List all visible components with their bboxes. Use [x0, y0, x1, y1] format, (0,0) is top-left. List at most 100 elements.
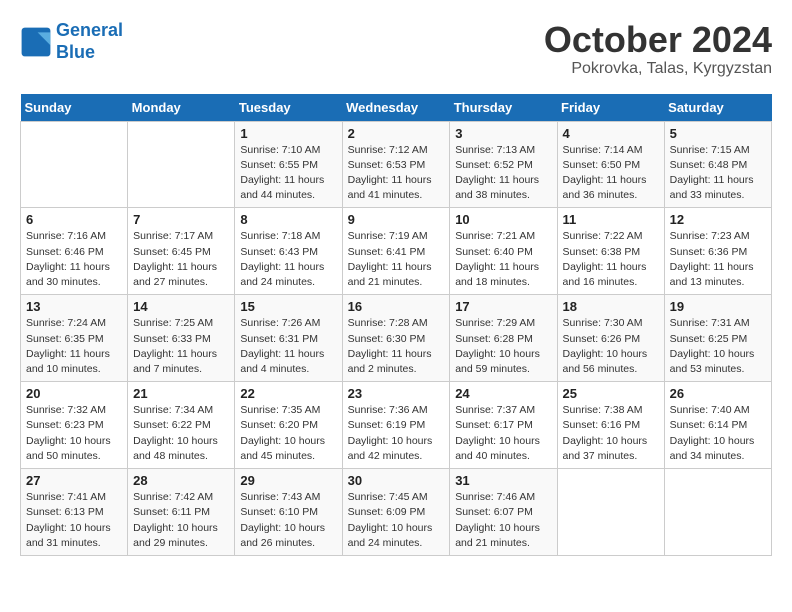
calendar-cell: 23 Sunrise: 7:36 AM Sunset: 6:19 PM Dayli…: [342, 382, 450, 469]
calendar-cell: [21, 121, 128, 208]
calendar-cell: 4 Sunrise: 7:14 AM Sunset: 6:50 PM Daylig…: [557, 121, 664, 208]
month-title: October 2024: [544, 20, 772, 60]
day-info: Sunrise: 7:32 AM Sunset: 6:23 PM Dayligh…: [26, 403, 122, 464]
title-block: October 2024 Pokrovka, Talas, Kyrgyzstan: [544, 20, 772, 78]
calendar-cell: 21 Sunrise: 7:34 AM Sunset: 6:22 PM Dayli…: [128, 382, 235, 469]
calendar-cell: 2 Sunrise: 7:12 AM Sunset: 6:53 PM Daylig…: [342, 121, 450, 208]
week-row-1: 1 Sunrise: 7:10 AM Sunset: 6:55 PM Daylig…: [21, 121, 772, 208]
day-number: 22: [240, 386, 336, 401]
day-info: Sunrise: 7:18 AM Sunset: 6:43 PM Dayligh…: [240, 229, 336, 290]
calendar-cell: 11 Sunrise: 7:22 AM Sunset: 6:38 PM Dayli…: [557, 208, 664, 295]
page-header: General Blue October 2024 Pokrovka, Tala…: [20, 20, 772, 78]
day-number: 8: [240, 212, 336, 227]
week-row-2: 6 Sunrise: 7:16 AM Sunset: 6:46 PM Daylig…: [21, 208, 772, 295]
calendar-cell: 26 Sunrise: 7:40 AM Sunset: 6:14 PM Dayli…: [664, 382, 771, 469]
calendar-cell: [128, 121, 235, 208]
day-number: 3: [455, 126, 551, 141]
logo-text: General Blue: [56, 20, 123, 63]
week-row-5: 27Sunrise: 7:41 AM Sunset: 6:13 PM Dayli…: [21, 469, 772, 556]
calendar-cell: 17 Sunrise: 7:29 AM Sunset: 6:28 PM Dayli…: [450, 295, 557, 382]
day-info: Sunrise: 7:14 AM Sunset: 6:50 PM Dayligh…: [563, 143, 659, 204]
day-number: 1: [240, 126, 336, 141]
logo-icon: [20, 26, 52, 58]
calendar-cell: [664, 469, 771, 556]
day-number: 24: [455, 386, 551, 401]
day-number: 19: [670, 299, 766, 314]
day-info: Sunrise: 7:13 AM Sunset: 6:52 PM Dayligh…: [455, 143, 551, 204]
calendar-cell: 14Sunrise: 7:25 AM Sunset: 6:33 PM Dayli…: [128, 295, 235, 382]
day-number: 18: [563, 299, 659, 314]
day-info: Sunrise: 7:26 AM Sunset: 6:31 PM Dayligh…: [240, 316, 336, 377]
calendar-cell: 28 Sunrise: 7:42 AM Sunset: 6:11 PM Dayli…: [128, 469, 235, 556]
day-info: Sunrise: 7:30 AM Sunset: 6:26 PM Dayligh…: [563, 316, 659, 377]
day-info: Sunrise: 7:37 AM Sunset: 6:17 PM Dayligh…: [455, 403, 551, 464]
week-row-3: 13Sunrise: 7:24 AM Sunset: 6:35 PM Dayli…: [21, 295, 772, 382]
calendar-cell: 3 Sunrise: 7:13 AM Sunset: 6:52 PM Daylig…: [450, 121, 557, 208]
day-number: 25: [563, 386, 659, 401]
calendar-cell: 15 Sunrise: 7:26 AM Sunset: 6:31 PM Dayli…: [235, 295, 342, 382]
calendar-cell: 6 Sunrise: 7:16 AM Sunset: 6:46 PM Daylig…: [21, 208, 128, 295]
calendar-cell: 20Sunrise: 7:32 AM Sunset: 6:23 PM Dayli…: [21, 382, 128, 469]
day-info: Sunrise: 7:16 AM Sunset: 6:46 PM Dayligh…: [26, 229, 122, 290]
day-number: 31: [455, 473, 551, 488]
day-number: 4: [563, 126, 659, 141]
day-number: 15: [240, 299, 336, 314]
day-number: 13: [26, 299, 122, 314]
calendar-cell: 12Sunrise: 7:23 AM Sunset: 6:36 PM Dayli…: [664, 208, 771, 295]
day-info: Sunrise: 7:34 AM Sunset: 6:22 PM Dayligh…: [133, 403, 229, 464]
day-number: 7: [133, 212, 229, 227]
calendar-cell: 27Sunrise: 7:41 AM Sunset: 6:13 PM Dayli…: [21, 469, 128, 556]
day-info: Sunrise: 7:29 AM Sunset: 6:28 PM Dayligh…: [455, 316, 551, 377]
day-number: 30: [348, 473, 445, 488]
weekday-header-tuesday: Tuesday: [235, 94, 342, 122]
calendar-cell: 24 Sunrise: 7:37 AM Sunset: 6:17 PM Dayli…: [450, 382, 557, 469]
calendar-table: SundayMondayTuesdayWednesdayThursdayFrid…: [20, 94, 772, 556]
weekday-header-row: SundayMondayTuesdayWednesdayThursdayFrid…: [21, 94, 772, 122]
calendar-cell: 31 Sunrise: 7:46 AM Sunset: 6:07 PM Dayli…: [450, 469, 557, 556]
day-number: 26: [670, 386, 766, 401]
day-info: Sunrise: 7:28 AM Sunset: 6:30 PM Dayligh…: [348, 316, 445, 377]
day-info: Sunrise: 7:10 AM Sunset: 6:55 PM Dayligh…: [240, 143, 336, 204]
day-number: 28: [133, 473, 229, 488]
day-number: 12: [670, 212, 766, 227]
day-info: Sunrise: 7:22 AM Sunset: 6:38 PM Dayligh…: [563, 229, 659, 290]
weekday-header-monday: Monday: [128, 94, 235, 122]
day-info: Sunrise: 7:12 AM Sunset: 6:53 PM Dayligh…: [348, 143, 445, 204]
day-number: 6: [26, 212, 122, 227]
day-number: 17: [455, 299, 551, 314]
weekday-header-friday: Friday: [557, 94, 664, 122]
day-number: 23: [348, 386, 445, 401]
day-number: 29: [240, 473, 336, 488]
day-info: Sunrise: 7:36 AM Sunset: 6:19 PM Dayligh…: [348, 403, 445, 464]
day-number: 10: [455, 212, 551, 227]
day-info: Sunrise: 7:40 AM Sunset: 6:14 PM Dayligh…: [670, 403, 766, 464]
day-number: 14: [133, 299, 229, 314]
calendar-cell: 7 Sunrise: 7:17 AM Sunset: 6:45 PM Daylig…: [128, 208, 235, 295]
calendar-cell: [557, 469, 664, 556]
calendar-cell: 25 Sunrise: 7:38 AM Sunset: 6:16 PM Dayli…: [557, 382, 664, 469]
day-number: 11: [563, 212, 659, 227]
day-info: Sunrise: 7:15 AM Sunset: 6:48 PM Dayligh…: [670, 143, 766, 204]
day-info: Sunrise: 7:17 AM Sunset: 6:45 PM Dayligh…: [133, 229, 229, 290]
calendar-cell: 16 Sunrise: 7:28 AM Sunset: 6:30 PM Dayli…: [342, 295, 450, 382]
calendar-cell: 1 Sunrise: 7:10 AM Sunset: 6:55 PM Daylig…: [235, 121, 342, 208]
weekday-header-saturday: Saturday: [664, 94, 771, 122]
day-number: 2: [348, 126, 445, 141]
calendar-cell: 29Sunrise: 7:43 AM Sunset: 6:10 PM Dayli…: [235, 469, 342, 556]
day-info: Sunrise: 7:42 AM Sunset: 6:11 PM Dayligh…: [133, 490, 229, 551]
day-info: Sunrise: 7:46 AM Sunset: 6:07 PM Dayligh…: [455, 490, 551, 551]
day-info: Sunrise: 7:38 AM Sunset: 6:16 PM Dayligh…: [563, 403, 659, 464]
day-number: 21: [133, 386, 229, 401]
calendar-cell: 22 Sunrise: 7:35 AM Sunset: 6:20 PM Dayli…: [235, 382, 342, 469]
logo: General Blue: [20, 20, 123, 63]
day-number: 9: [348, 212, 445, 227]
calendar-cell: 13Sunrise: 7:24 AM Sunset: 6:35 PM Dayli…: [21, 295, 128, 382]
day-info: Sunrise: 7:31 AM Sunset: 6:25 PM Dayligh…: [670, 316, 766, 377]
day-number: 16: [348, 299, 445, 314]
calendar-cell: 10 Sunrise: 7:21 AM Sunset: 6:40 PM Dayli…: [450, 208, 557, 295]
week-row-4: 20Sunrise: 7:32 AM Sunset: 6:23 PM Dayli…: [21, 382, 772, 469]
calendar-cell: 8 Sunrise: 7:18 AM Sunset: 6:43 PM Daylig…: [235, 208, 342, 295]
calendar-cell: 19 Sunrise: 7:31 AM Sunset: 6:25 PM Dayli…: [664, 295, 771, 382]
day-info: Sunrise: 7:35 AM Sunset: 6:20 PM Dayligh…: [240, 403, 336, 464]
day-info: Sunrise: 7:21 AM Sunset: 6:40 PM Dayligh…: [455, 229, 551, 290]
